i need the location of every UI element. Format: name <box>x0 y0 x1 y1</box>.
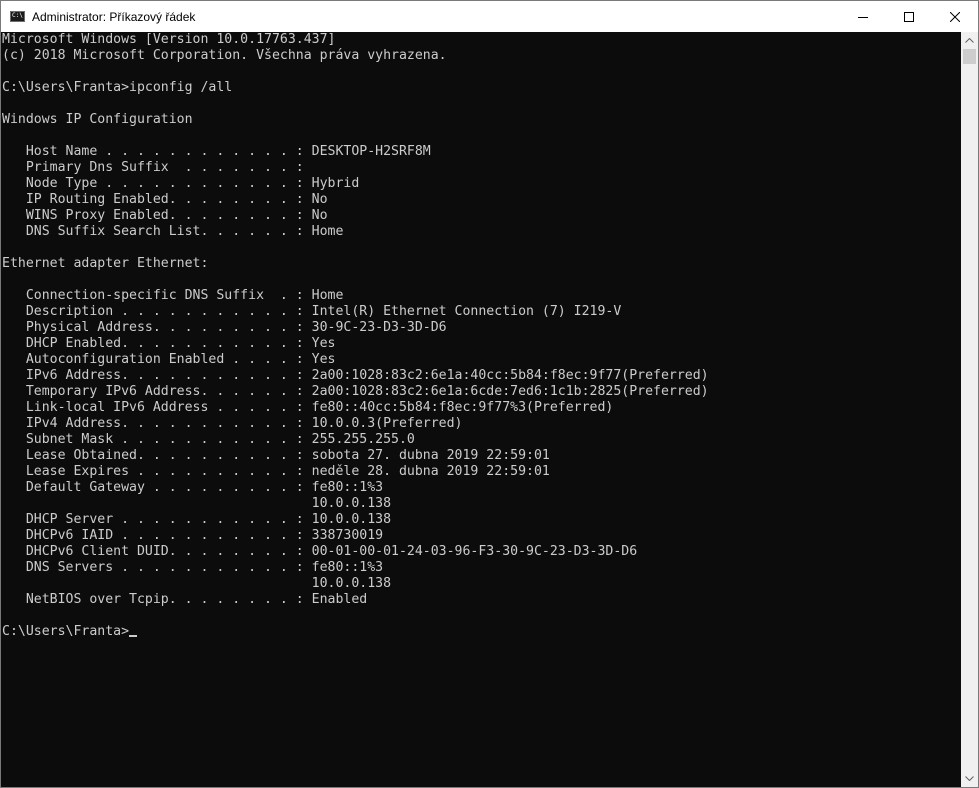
console-line: Primary Dns Suffix . . . . . . . : <box>2 160 304 175</box>
scrollbar-thumb[interactable] <box>963 49 976 64</box>
console-line: Microsoft Windows [Version 10.0.17763.43… <box>2 32 336 47</box>
command-prompt-line: C:\Users\Franta> <box>2 624 961 640</box>
console-line: IPv6 Address. . . . . . . . . . . : 2a00… <box>2 368 709 383</box>
close-button[interactable] <box>932 1 978 32</box>
console-line: Lease Obtained. . . . . . . . . . : sobo… <box>2 448 550 463</box>
scroll-down-button[interactable] <box>961 770 978 787</box>
console-line: Autoconfiguration Enabled . . . . : Yes <box>2 352 336 367</box>
console-line: DHCPv6 IAID . . . . . . . . . . . : 3387… <box>2 528 384 543</box>
console-line: Physical Address. . . . . . . . . : 30-9… <box>2 320 447 335</box>
console-line: DHCPv6 Client DUID. . . . . . . . : 00-0… <box>2 544 638 559</box>
console-line: DHCP Enabled. . . . . . . . . . . : Yes <box>2 336 336 351</box>
console-line: IP Routing Enabled. . . . . . . . : No <box>2 192 328 207</box>
close-icon <box>950 11 960 22</box>
console-line: Ethernet adapter Ethernet: <box>2 256 209 271</box>
window-controls <box>840 1 978 32</box>
console-line: NetBIOS over Tcpip. . . . . . . . : Enab… <box>2 592 368 607</box>
console-line: Default Gateway . . . . . . . . . : fe80… <box>2 480 384 495</box>
window-title: Administrator: Příkazový řádek <box>32 9 196 24</box>
text-cursor <box>129 635 138 637</box>
minimize-button[interactable] <box>840 1 886 32</box>
scroll-up-arrow-icon <box>965 38 974 43</box>
minimize-icon <box>858 16 868 18</box>
maximize-button[interactable] <box>886 1 932 32</box>
maximize-icon <box>904 11 914 22</box>
console-output-area[interactable]: Microsoft Windows [Version 10.0.17763.43… <box>1 32 961 787</box>
console-line: Host Name . . . . . . . . . . . . : DESK… <box>2 144 431 159</box>
command-prompt-window: C:\ Administrator: Příkazový řádek Micro… <box>0 0 979 788</box>
vertical-scrollbar[interactable] <box>961 32 978 787</box>
scroll-up-button[interactable] <box>961 32 978 49</box>
console-line: 10.0.0.138 <box>2 496 392 511</box>
console-line: WINS Proxy Enabled. . . . . . . . : No <box>2 208 328 223</box>
command-prompt-app-icon[interactable]: C:\ <box>10 11 25 22</box>
console-line: DHCP Server . . . . . . . . . . . : 10.0… <box>2 512 392 527</box>
console-line: Link-local IPv6 Address . . . . . : fe80… <box>2 400 614 415</box>
console-line: DNS Suffix Search List. . . . . . : Home <box>2 224 344 239</box>
console-text: Microsoft Windows [Version 10.0.17763.43… <box>1 32 961 640</box>
app-icon-glyph: C:\ <box>12 12 23 19</box>
console-line: (c) 2018 Microsoft Corporation. Všechna … <box>2 48 447 63</box>
console-line: Lease Expires . . . . . . . . . . : nedě… <box>2 464 550 479</box>
console-line: Description . . . . . . . . . . . : Inte… <box>2 304 622 319</box>
console-line: 10.0.0.138 <box>2 576 392 591</box>
console-line: Node Type . . . . . . . . . . . . : Hybr… <box>2 176 360 191</box>
console-line: C:\Users\Franta>ipconfig /all <box>2 80 233 95</box>
console-line: Windows IP Configuration <box>2 112 193 127</box>
console-line: Subnet Mask . . . . . . . . . . . : 255.… <box>2 432 415 447</box>
title-bar[interactable]: C:\ Administrator: Příkazový řádek <box>1 1 978 32</box>
console-line: Connection-specific DNS Suffix . : Home <box>2 288 344 303</box>
console-line: Temporary IPv6 Address. . . . . . : 2a00… <box>2 384 709 399</box>
scroll-down-arrow-icon <box>965 776 974 781</box>
console-line: IPv4 Address. . . . . . . . . . . : 10.0… <box>2 416 463 431</box>
console-line: DNS Servers . . . . . . . . . . . : fe80… <box>2 560 384 575</box>
